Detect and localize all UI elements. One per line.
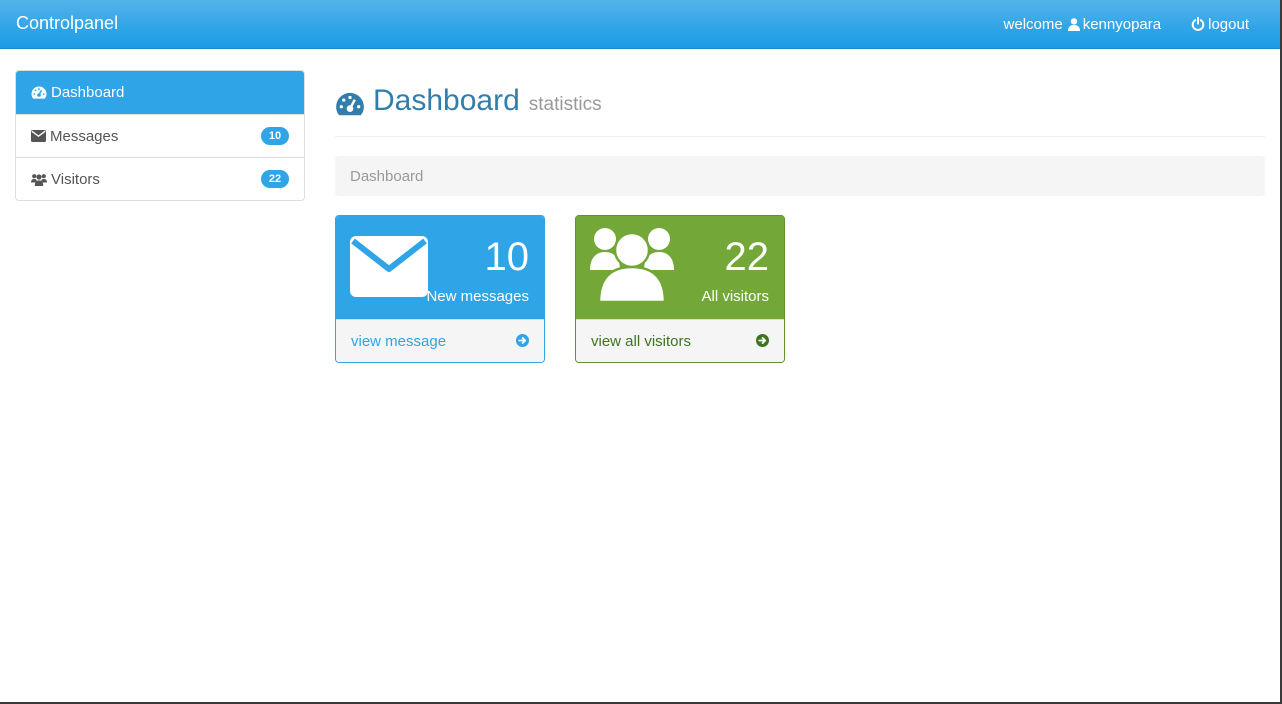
page-subtitle: statistics (528, 94, 602, 115)
visitors-count-badge: 22 (261, 170, 289, 188)
view-message-label: view message (351, 332, 447, 350)
username-label: kennyopara (1082, 15, 1162, 33)
sidebar-item-visitors[interactable]: Visitors 22 (16, 157, 304, 200)
sidebar-menu: Dashboard Messages 10 Visitors 22 (15, 70, 305, 201)
envelope-icon (350, 236, 428, 302)
arrow-circle-right-icon (756, 334, 769, 351)
messages-caption: New messages (426, 288, 529, 305)
brand-link[interactable]: Controlpanel (16, 13, 118, 34)
visitors-count: 22 (724, 235, 770, 279)
messages-panel: 10 New messages view message (335, 215, 545, 363)
page-title-text: Dashboard (373, 84, 520, 117)
sidebar-item-label: Visitors (51, 170, 100, 188)
page-title: Dashboard statistics (335, 84, 602, 121)
view-all-visitors-link[interactable]: view all visitors (576, 319, 784, 362)
messages-count-badge: 10 (261, 127, 289, 145)
users-icon (590, 224, 674, 309)
messages-panel-heading: 10 New messages (336, 216, 544, 319)
arrow-circle-right-icon (516, 334, 529, 351)
sidebar-item-label: Dashboard (51, 84, 125, 101)
sidebar-item-label: Messages (50, 127, 119, 145)
welcome-label: welcome (1003, 15, 1063, 33)
dashboard-icon (31, 86, 47, 99)
breadcrumb: Dashboard (335, 156, 1265, 196)
sidebar-item-dashboard[interactable]: Dashboard (16, 71, 304, 114)
view-all-visitors-label: view all visitors (591, 332, 692, 350)
sidebar-item-messages[interactable]: Messages 10 (16, 114, 304, 157)
navbar-right: welcome kennyopara logout (1004, 0, 1280, 48)
messages-count: 10 (484, 235, 530, 279)
logout-label: logout (1208, 15, 1249, 33)
users-icon (31, 173, 47, 186)
user-icon (1067, 17, 1080, 31)
logout-link[interactable]: logout (1191, 16, 1249, 33)
visitors-panel-heading: 22 All visitors (576, 216, 784, 319)
breadcrumb-current: Dashboard (350, 167, 424, 185)
welcome-user-link[interactable]: welcome kennyopara (1004, 16, 1162, 33)
visitors-panel: 22 All visitors view all visitors (575, 215, 785, 363)
top-navbar: Controlpanel welcome kennyopara logout (0, 0, 1280, 49)
view-message-link[interactable]: view message (336, 319, 544, 362)
page-header: Dashboard statistics (335, 80, 1265, 137)
power-icon (1191, 17, 1205, 31)
dashboard-icon (335, 92, 365, 121)
visitors-caption: All visitors (701, 288, 769, 305)
envelope-icon (31, 130, 46, 142)
